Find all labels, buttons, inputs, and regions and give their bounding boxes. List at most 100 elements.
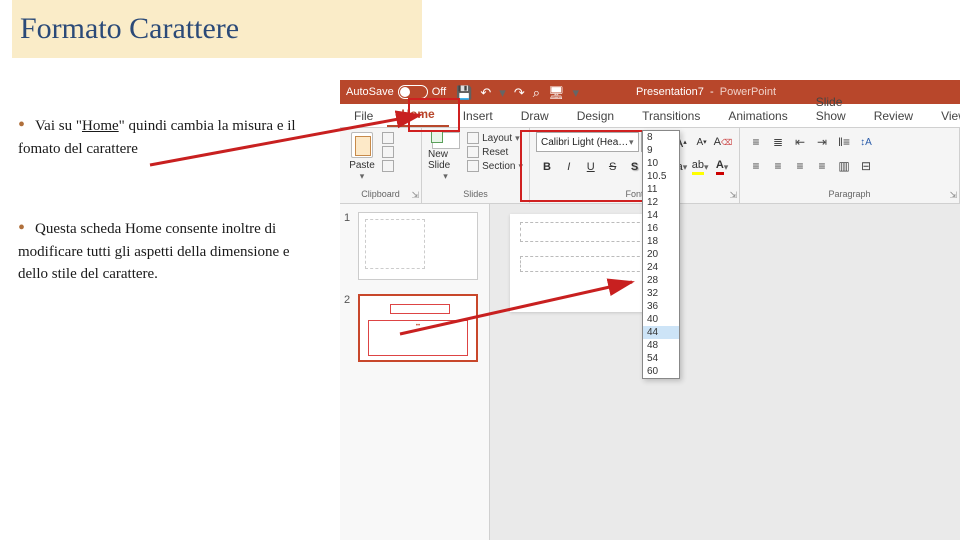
- paste-icon: [351, 132, 373, 158]
- italic-button[interactable]: I: [558, 156, 580, 178]
- group-paragraph: ≡ ≣ ⇤ ⇥ ‖≡ ↕A ≡ ≡ ≡ ≡ ▥ ⊟ Paragraph ⇲: [740, 128, 960, 203]
- justify-button[interactable]: ≡: [812, 156, 832, 176]
- brush-icon: [382, 160, 394, 172]
- tab-home[interactable]: Home: [387, 103, 448, 127]
- font-name-combo[interactable]: Calibri Light (Headings)▾: [536, 132, 639, 152]
- ribbon-tabs: File Home Insert Draw Design Transitions…: [340, 104, 960, 128]
- quick-access-toolbar: 💾 ↶ ▾ ↷ ⌕ 🖥 ▾: [456, 86, 579, 99]
- font-size-option[interactable]: 24: [643, 261, 679, 274]
- slide-thumbnails-panel: 1 2 ••: [340, 204, 490, 540]
- font-size-option[interactable]: 9: [643, 144, 679, 157]
- font-size-option[interactable]: 32: [643, 287, 679, 300]
- thumbnail-1[interactable]: [358, 212, 478, 280]
- undo-more[interactable]: ▾: [499, 86, 506, 99]
- font-size-option[interactable]: 16: [643, 222, 679, 235]
- title-placeholder[interactable]: ○: [520, 222, 650, 242]
- tab-design[interactable]: Design: [563, 105, 628, 127]
- font-size-dropdown[interactable]: 891010.5111214161820242832364044485460: [642, 130, 680, 379]
- redo-icon[interactable]: ↷: [514, 86, 525, 99]
- copy-icon: [382, 146, 394, 158]
- tab-insert[interactable]: Insert: [449, 105, 507, 127]
- layout-button[interactable]: Layout ▾: [467, 132, 523, 144]
- font-size-option[interactable]: 48: [643, 339, 679, 352]
- autosave-control[interactable]: AutoSave Off: [346, 85, 446, 99]
- group-slides: New Slide ▾ Layout ▾ Reset Section ▾ Sli…: [422, 128, 530, 203]
- slide-canvas-area[interactable]: ○ ○ ○: [490, 204, 960, 540]
- font-size-option[interactable]: 44: [643, 326, 679, 339]
- strike-button[interactable]: S: [602, 156, 624, 178]
- align-text-button[interactable]: ⊟: [856, 156, 876, 176]
- tab-draw[interactable]: Draw: [507, 105, 563, 127]
- qat-more[interactable]: ▾: [573, 86, 580, 99]
- tab-review[interactable]: Review: [860, 105, 927, 127]
- text-direction-button[interactable]: ↕A: [856, 132, 876, 152]
- font-size-option[interactable]: 28: [643, 274, 679, 287]
- cut-button[interactable]: [382, 132, 394, 144]
- section-icon: [467, 160, 479, 172]
- paragraph-launcher[interactable]: ⇲: [949, 190, 957, 201]
- copy-button[interactable]: [382, 146, 394, 158]
- font-size-option[interactable]: 18: [643, 235, 679, 248]
- font-launcher[interactable]: ⇲: [729, 190, 737, 201]
- align-right-button[interactable]: ≡: [790, 156, 810, 176]
- decrease-indent-button[interactable]: ⇤: [790, 132, 810, 152]
- font-size-option[interactable]: 8: [643, 131, 679, 144]
- format-painter-button[interactable]: [382, 160, 394, 172]
- font-size-option[interactable]: 12: [643, 196, 679, 209]
- group-clipboard: Paste ▾ Clipboard ⇲: [340, 128, 422, 203]
- reset-icon: [467, 146, 479, 158]
- bullet-1-text: Vai su "Home" quindi cambia la misura e …: [18, 118, 296, 157]
- font-size-option[interactable]: 20: [643, 248, 679, 261]
- titlebar: AutoSave Off 💾 ↶ ▾ ↷ ⌕ 🖥 ▾ Presentation7…: [340, 80, 960, 104]
- font-size-option[interactable]: 11: [643, 183, 679, 196]
- tab-view[interactable]: View: [927, 105, 960, 127]
- tab-transitions[interactable]: Transitions: [628, 105, 714, 127]
- increase-indent-button[interactable]: ⇥: [812, 132, 832, 152]
- group-label-paragraph: Paragraph: [746, 189, 953, 199]
- tab-animations[interactable]: Animations: [714, 105, 801, 127]
- subtitle-placeholder[interactable]: ○: [520, 256, 650, 272]
- new-slide-button[interactable]: New Slide ▾: [428, 132, 463, 182]
- slide-title-bar: Formato Carattere: [12, 0, 422, 58]
- slide-canvas[interactable]: ○ ○ ○: [510, 214, 660, 312]
- font-size-option[interactable]: 40: [643, 313, 679, 326]
- underline-button[interactable]: U: [580, 156, 602, 178]
- bullet-dot: •: [18, 115, 25, 135]
- align-left-button[interactable]: ≡: [746, 156, 766, 176]
- bullet-2-text: Questa scheda Home consente inoltre di m…: [18, 221, 290, 282]
- clipboard-launcher[interactable]: ⇲: [411, 190, 419, 201]
- thumb-number: 1: [344, 212, 354, 280]
- font-size-option[interactable]: 54: [643, 352, 679, 365]
- font-size-option[interactable]: 10: [643, 157, 679, 170]
- font-size-option[interactable]: 14: [643, 209, 679, 222]
- tab-slideshow[interactable]: Slide Show: [802, 91, 860, 127]
- thumbnail-2[interactable]: ••: [358, 294, 478, 362]
- layout-icon: [467, 132, 479, 144]
- group-label-slides: Slides: [428, 189, 523, 199]
- undo-icon[interactable]: ↶: [480, 86, 491, 99]
- touch-icon[interactable]: 🖥: [548, 86, 565, 99]
- align-center-button[interactable]: ≡: [768, 156, 788, 176]
- thumb-number: 2: [344, 294, 354, 362]
- tab-file[interactable]: File: [340, 105, 387, 127]
- section-button[interactable]: Section ▾: [467, 160, 523, 172]
- highlight-button[interactable]: ab▾: [689, 156, 711, 178]
- paste-button[interactable]: Paste ▾: [346, 132, 378, 182]
- group-label-clipboard: Clipboard: [346, 189, 415, 199]
- bold-button[interactable]: B: [536, 156, 558, 178]
- font-color-button[interactable]: A▾: [711, 156, 733, 178]
- columns-button[interactable]: ▥: [834, 156, 854, 176]
- bullets-button[interactable]: ≡: [746, 132, 766, 152]
- clear-format-button[interactable]: A⌫: [713, 132, 733, 152]
- autosave-toggle[interactable]: [398, 85, 428, 99]
- font-size-option[interactable]: 60: [643, 365, 679, 378]
- scissors-icon: [382, 132, 394, 144]
- reset-button[interactable]: Reset: [467, 146, 523, 158]
- numbering-button[interactable]: ≣: [768, 132, 788, 152]
- font-size-option[interactable]: 10.5: [643, 170, 679, 183]
- line-spacing-button[interactable]: ‖≡: [834, 132, 854, 152]
- save-icon[interactable]: 💾: [456, 86, 472, 99]
- present-icon[interactable]: ⌕: [533, 86, 540, 99]
- shrink-font-button[interactable]: A▾: [692, 132, 711, 152]
- font-size-option[interactable]: 36: [643, 300, 679, 313]
